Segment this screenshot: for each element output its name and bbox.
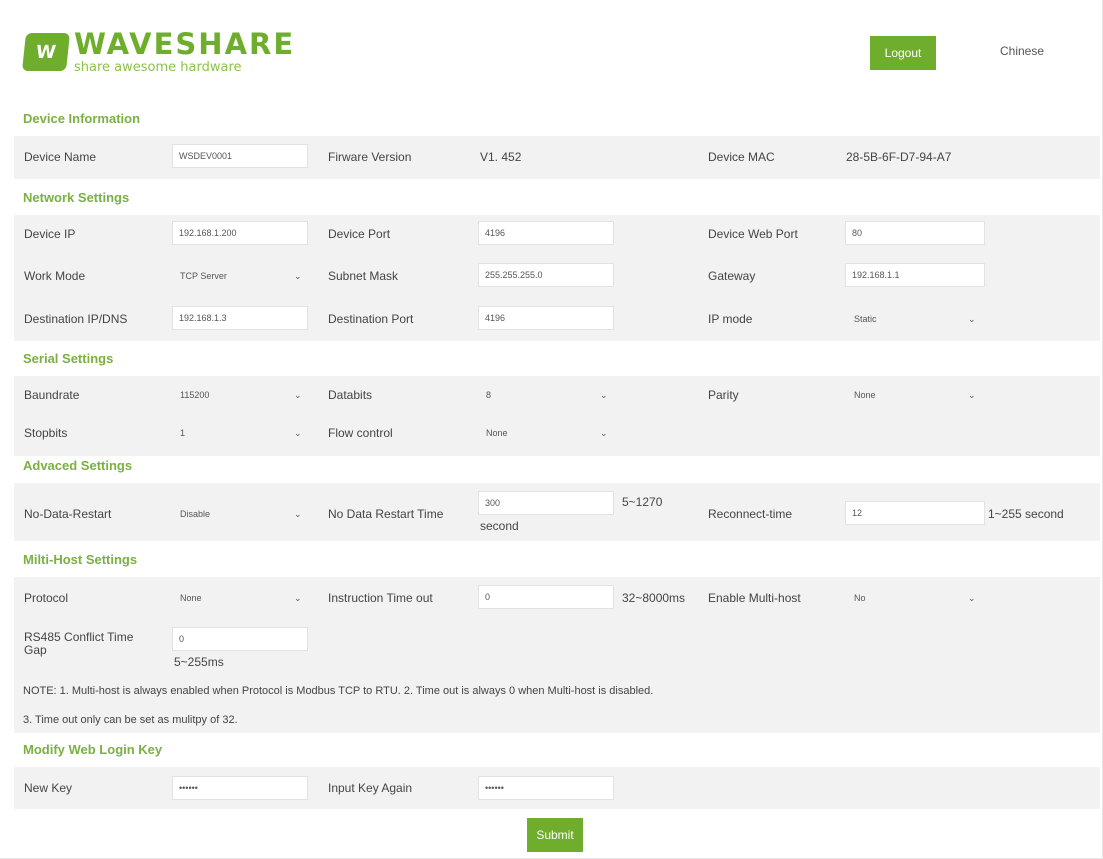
protocol-label: Protocol — [24, 591, 69, 605]
device-ip-label: Device IP — [24, 227, 76, 241]
device-port-label: Device Port — [328, 227, 391, 241]
stopbits-label: Stopbits — [24, 426, 68, 440]
flow-select[interactable]: None ⌄ — [480, 421, 614, 445]
ip-mode-label: IP mode — [708, 312, 753, 326]
restart-time-label: No Data Restart Time — [328, 507, 444, 521]
network-rows: Device IP Device Port Device Web Port Wo… — [14, 215, 1100, 341]
conflict-gap-hint: 5~255ms — [174, 655, 224, 669]
submit-button[interactable]: Submit — [527, 818, 583, 852]
header: W WAVESHARE share awesome hardware Logou… — [0, 0, 1100, 96]
enable-multihost-label: Enable Multi-host — [708, 591, 801, 605]
stopbits-select[interactable]: 1 ⌄ — [174, 421, 308, 445]
dest-ip-label: Destination IP/DNS — [24, 312, 128, 326]
dest-port-label: Destination Port — [328, 312, 414, 326]
ip-mode-select[interactable]: Static ⌄ — [848, 307, 982, 331]
timeout-hint: 32~8000ms — [622, 591, 686, 605]
section-title-multihost: Milti-Host Settings — [23, 551, 138, 567]
section-title-device-info: Device Information — [23, 110, 141, 126]
advanced-row: No-Data-Restart Disable ⌄ No Data Restart… — [14, 483, 1100, 541]
restart-select[interactable]: Disable ⌄ — [174, 502, 308, 526]
chevron-down-icon: ⌄ — [294, 270, 302, 281]
protocol-select[interactable]: None ⌄ — [174, 586, 308, 610]
new-key-input[interactable] — [172, 776, 308, 800]
device-name-input[interactable] — [172, 144, 308, 168]
login-key-row: New Key Input Key Again — [14, 767, 1100, 809]
parity-select[interactable]: None ⌄ — [848, 383, 982, 407]
reconnect-label: Reconnect-time — [708, 507, 793, 521]
baud-label: Baundrate — [24, 388, 80, 402]
firmware-value: V1. 452 — [480, 150, 522, 164]
mac-value: 28-5B-6F-D7-94-A7 — [846, 150, 952, 164]
multihost-rows: Protocol None⌄ Instruction Time out 32~8… — [14, 577, 1100, 733]
logout-button[interactable]: Logout — [870, 36, 936, 70]
waveshare-logo: W WAVESHARE share awesome hardware — [22, 27, 296, 75]
subnet-label: Subnet Mask — [328, 269, 399, 283]
conflict-gap-label: RS485 Conflict Time Gap — [24, 630, 134, 657]
enable-multihost-select[interactable]: No ⌄ — [848, 586, 982, 610]
firmware-label: Firware Version — [328, 150, 412, 164]
reconnect-hint: 1~255 second — [988, 507, 1064, 521]
section-title-network: Network Settings — [23, 189, 130, 205]
section-title-login-key: Modify Web Login Key — [23, 741, 163, 757]
section-title-serial: Serial Settings — [23, 350, 114, 366]
restart-time-unit: second — [480, 519, 519, 533]
logo-tagline: share awesome hardware — [74, 60, 242, 75]
gateway-input[interactable] — [845, 263, 985, 287]
dest-ip-input[interactable] — [172, 306, 308, 330]
chevron-down-icon: ⌄ — [600, 389, 608, 400]
subnet-input[interactable] — [478, 263, 614, 287]
restart-label: No-Data-Restart — [24, 507, 112, 521]
chevron-down-icon: ⌄ — [294, 427, 302, 438]
logo-mark-icon: W — [22, 33, 70, 71]
device-port-input[interactable] — [478, 221, 614, 245]
input-key-again-label: Input Key Again — [328, 781, 413, 795]
baud-select[interactable]: 115200 ⌄ — [174, 383, 308, 407]
databits-label: Databits — [328, 388, 373, 402]
web-port-label: Device Web Port — [708, 227, 798, 241]
chevron-down-icon: ⌄ — [294, 508, 302, 519]
section-title-advanced: Advaced Settings — [23, 457, 133, 473]
chevron-down-icon: ⌄ — [968, 389, 976, 400]
note-line-2: 3. Time out only can be set as mulitpy o… — [23, 714, 238, 726]
flow-label: Flow control — [328, 426, 393, 440]
device-ip-input[interactable] — [172, 221, 308, 245]
web-port-input[interactable] — [845, 221, 985, 245]
restart-time-input[interactable] — [478, 491, 614, 515]
chevron-down-icon: ⌄ — [968, 592, 976, 603]
chevron-down-icon: ⌄ — [294, 389, 302, 400]
parity-label: Parity — [708, 388, 739, 402]
chevron-down-icon: ⌄ — [600, 427, 608, 438]
device-info-row: Device Name Firware Version V1. 452 Devi… — [14, 136, 1100, 179]
language-link[interactable]: Chinese — [1000, 44, 1044, 58]
reconnect-input[interactable] — [845, 501, 985, 525]
work-mode-label: Work Mode — [24, 269, 86, 283]
note-line-1: NOTE: 1. Multi-host is always enabled wh… — [23, 685, 654, 697]
new-key-label: New Key — [24, 781, 73, 795]
timeout-label: Instruction Time out — [328, 591, 433, 605]
restart-time-range: 5~1270 — [622, 495, 663, 509]
databits-select[interactable]: 8 ⌄ — [480, 383, 614, 407]
work-mode-select[interactable]: TCP Server ⌄ — [174, 264, 308, 288]
dest-port-input[interactable] — [478, 306, 614, 330]
chevron-down-icon: ⌄ — [968, 313, 976, 324]
chevron-down-icon: ⌄ — [294, 592, 302, 603]
timeout-input[interactable] — [478, 585, 614, 609]
input-key-again-input[interactable] — [478, 776, 614, 800]
mac-label: Device MAC — [708, 150, 775, 164]
serial-rows: Baundrate 115200 ⌄ Databits 8 ⌄ Parity Non… — [14, 376, 1100, 456]
gateway-label: Gateway — [708, 269, 756, 283]
logo-name: WAVESHARE — [74, 27, 296, 61]
conflict-gap-input[interactable] — [172, 627, 308, 651]
device-name-label: Device Name — [24, 150, 97, 164]
